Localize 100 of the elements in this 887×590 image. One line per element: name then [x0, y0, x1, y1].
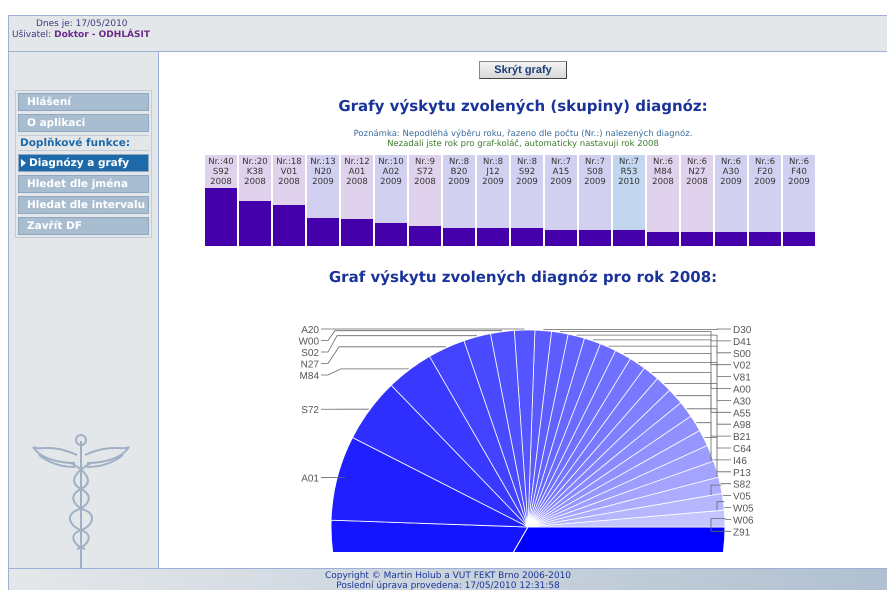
- pie-label: P13: [733, 468, 751, 479]
- bar-count: Nr.:10: [378, 157, 404, 167]
- chart-title: Grafy výskytu zvolených (skupiny) diagnóz:: [338, 97, 708, 115]
- pie-label: A00: [733, 384, 751, 396]
- pie-label: I46: [733, 456, 747, 467]
- pie-label: S00: [733, 348, 751, 360]
- pie-label: D41: [733, 336, 752, 348]
- pie-label: V05: [733, 492, 751, 503]
- menu-item[interactable]: Zavřít DF: [18, 217, 149, 235]
- pie-label: M84: [300, 371, 319, 382]
- bar-code: K38: [246, 167, 264, 177]
- pie-label: A01: [301, 473, 319, 484]
- bar-year: 2009: [584, 177, 606, 187]
- bar-year: 2008: [686, 177, 708, 187]
- bar-code: N27: [688, 167, 706, 177]
- bar-count: Nr.:6: [652, 157, 674, 167]
- bar-year: 2009: [754, 177, 776, 187]
- bar-count: Nr.:6: [788, 157, 810, 167]
- bar-year: 2009: [788, 177, 810, 187]
- pie-label: S02: [301, 348, 319, 360]
- bar-code: A30: [722, 167, 740, 177]
- hide-charts-button[interactable]: Skrýt grafy: [479, 61, 567, 79]
- logout-link[interactable]: Doktor - ODHLÁSIT: [54, 30, 150, 40]
- bar-code: S92: [518, 167, 536, 177]
- bar-year: 2009: [482, 177, 504, 187]
- bar-count: Nr.:13: [310, 157, 336, 167]
- bar-count: Nr.:8: [516, 157, 538, 167]
- bar-count: Nr.:6: [754, 157, 776, 167]
- pie-label: A55: [733, 408, 751, 420]
- bar-year: 2008: [244, 177, 266, 187]
- bar-year: 2009: [380, 177, 402, 187]
- pie-label: S72: [301, 405, 319, 416]
- bar-count: Nr.:6: [720, 157, 742, 167]
- bar-year: 2008: [346, 177, 368, 187]
- bar-year: 2008: [278, 177, 300, 187]
- bar-code: S92: [212, 167, 230, 177]
- menu-item[interactable]: Diagnózy a grafy: [18, 154, 149, 172]
- bar-count: Nr.:20: [242, 157, 268, 167]
- bar-year: 2009: [516, 177, 538, 187]
- pie-title: Graf výskytu zvolených diagnóz pro rok 2008:: [328, 268, 718, 286]
- bar-code: N20: [314, 167, 332, 177]
- bar-code: A15: [552, 167, 570, 177]
- pie-label: C64: [733, 444, 752, 455]
- bar-code: J12: [486, 167, 500, 177]
- bar-code: S72: [416, 167, 434, 177]
- pie-label: V81: [733, 372, 751, 384]
- pie-label: W05: [733, 504, 754, 514]
- menu-item[interactable]: Hledat dle intervalu: [18, 196, 149, 214]
- menu-item[interactable]: O aplikaci: [18, 114, 149, 132]
- bar-code: A01: [348, 167, 366, 177]
- bar-count: Nr.:18: [276, 157, 302, 167]
- date-text: Dnes je: 17/05/2010: [35, 19, 128, 29]
- bar-count: Nr.:12: [344, 157, 370, 167]
- bar-year: 2009: [448, 177, 470, 187]
- menu-heading: Doplňkové funkce:: [18, 135, 149, 151]
- bar-code: M84: [654, 167, 672, 177]
- bar-count: Nr.:9: [414, 157, 436, 167]
- bar-count: Nr.:7: [550, 157, 572, 167]
- bar-year: 2009: [312, 177, 334, 187]
- bar-code: V01: [280, 167, 298, 177]
- bar-year: 2008: [210, 177, 232, 187]
- copyright-text: Copyright © Martin Holub a VUT FEKT Brno 2006-2010: [324, 571, 572, 581]
- bar-year: 2009: [550, 177, 572, 187]
- pie-label: V02: [733, 360, 751, 372]
- bar-year: 2009: [720, 177, 742, 187]
- pie-label: W00: [298, 336, 319, 348]
- user-label: Ušivatel:: [12, 30, 52, 40]
- pie-label: Z91: [733, 527, 750, 538]
- pie-label: W06: [733, 515, 754, 526]
- bar-count: Nr.:8: [448, 157, 470, 167]
- bar-count: Nr.:8: [482, 157, 504, 167]
- pie-label: S82: [733, 480, 751, 491]
- pie-label: A98: [733, 420, 751, 432]
- bar-code: F40: [791, 167, 807, 177]
- bar-count: Nr.:7: [618, 157, 640, 167]
- bar-code: S08: [586, 167, 604, 177]
- leader-line: [710, 518, 732, 532]
- bar-count: Nr.:40: [208, 157, 234, 167]
- bar-count: Nr.:7: [584, 157, 606, 167]
- bar-count: Nr.:6: [686, 157, 708, 167]
- bar-code: B20: [450, 167, 468, 177]
- bar-year: 2010: [618, 177, 640, 187]
- note-text: Poznámka: Nepodléhá výběru roku, řazeno dle počtu (Nr.:) nalezených diagnóz.: [354, 129, 692, 139]
- last-update-text: Poslední úprava provedena: 17/05/2010 12:31:58: [336, 581, 560, 590]
- warning-text: Nezadali jste rok pro graf-koláč, automaticky nastavuji rok 2008: [387, 139, 659, 149]
- pie-label: N27: [300, 360, 319, 371]
- menu-item[interactable]: Hledet dle jména: [18, 175, 149, 193]
- bar-code: A02: [382, 167, 400, 177]
- bar-code: F20: [757, 167, 773, 177]
- menu-item[interactable]: Hlášení: [18, 93, 149, 111]
- leader-line: [320, 408, 370, 410]
- pie-label: A20: [301, 325, 319, 336]
- bar-year: 2008: [652, 177, 674, 187]
- bar-year: 2008: [414, 177, 436, 187]
- pie-label: A30: [733, 396, 751, 408]
- leader-line: [320, 477, 346, 478]
- pie-label: B21: [733, 432, 751, 444]
- arrow-icon: [21, 159, 26, 167]
- bar-code: R53: [620, 167, 638, 177]
- pie-label: D30: [733, 325, 752, 336]
